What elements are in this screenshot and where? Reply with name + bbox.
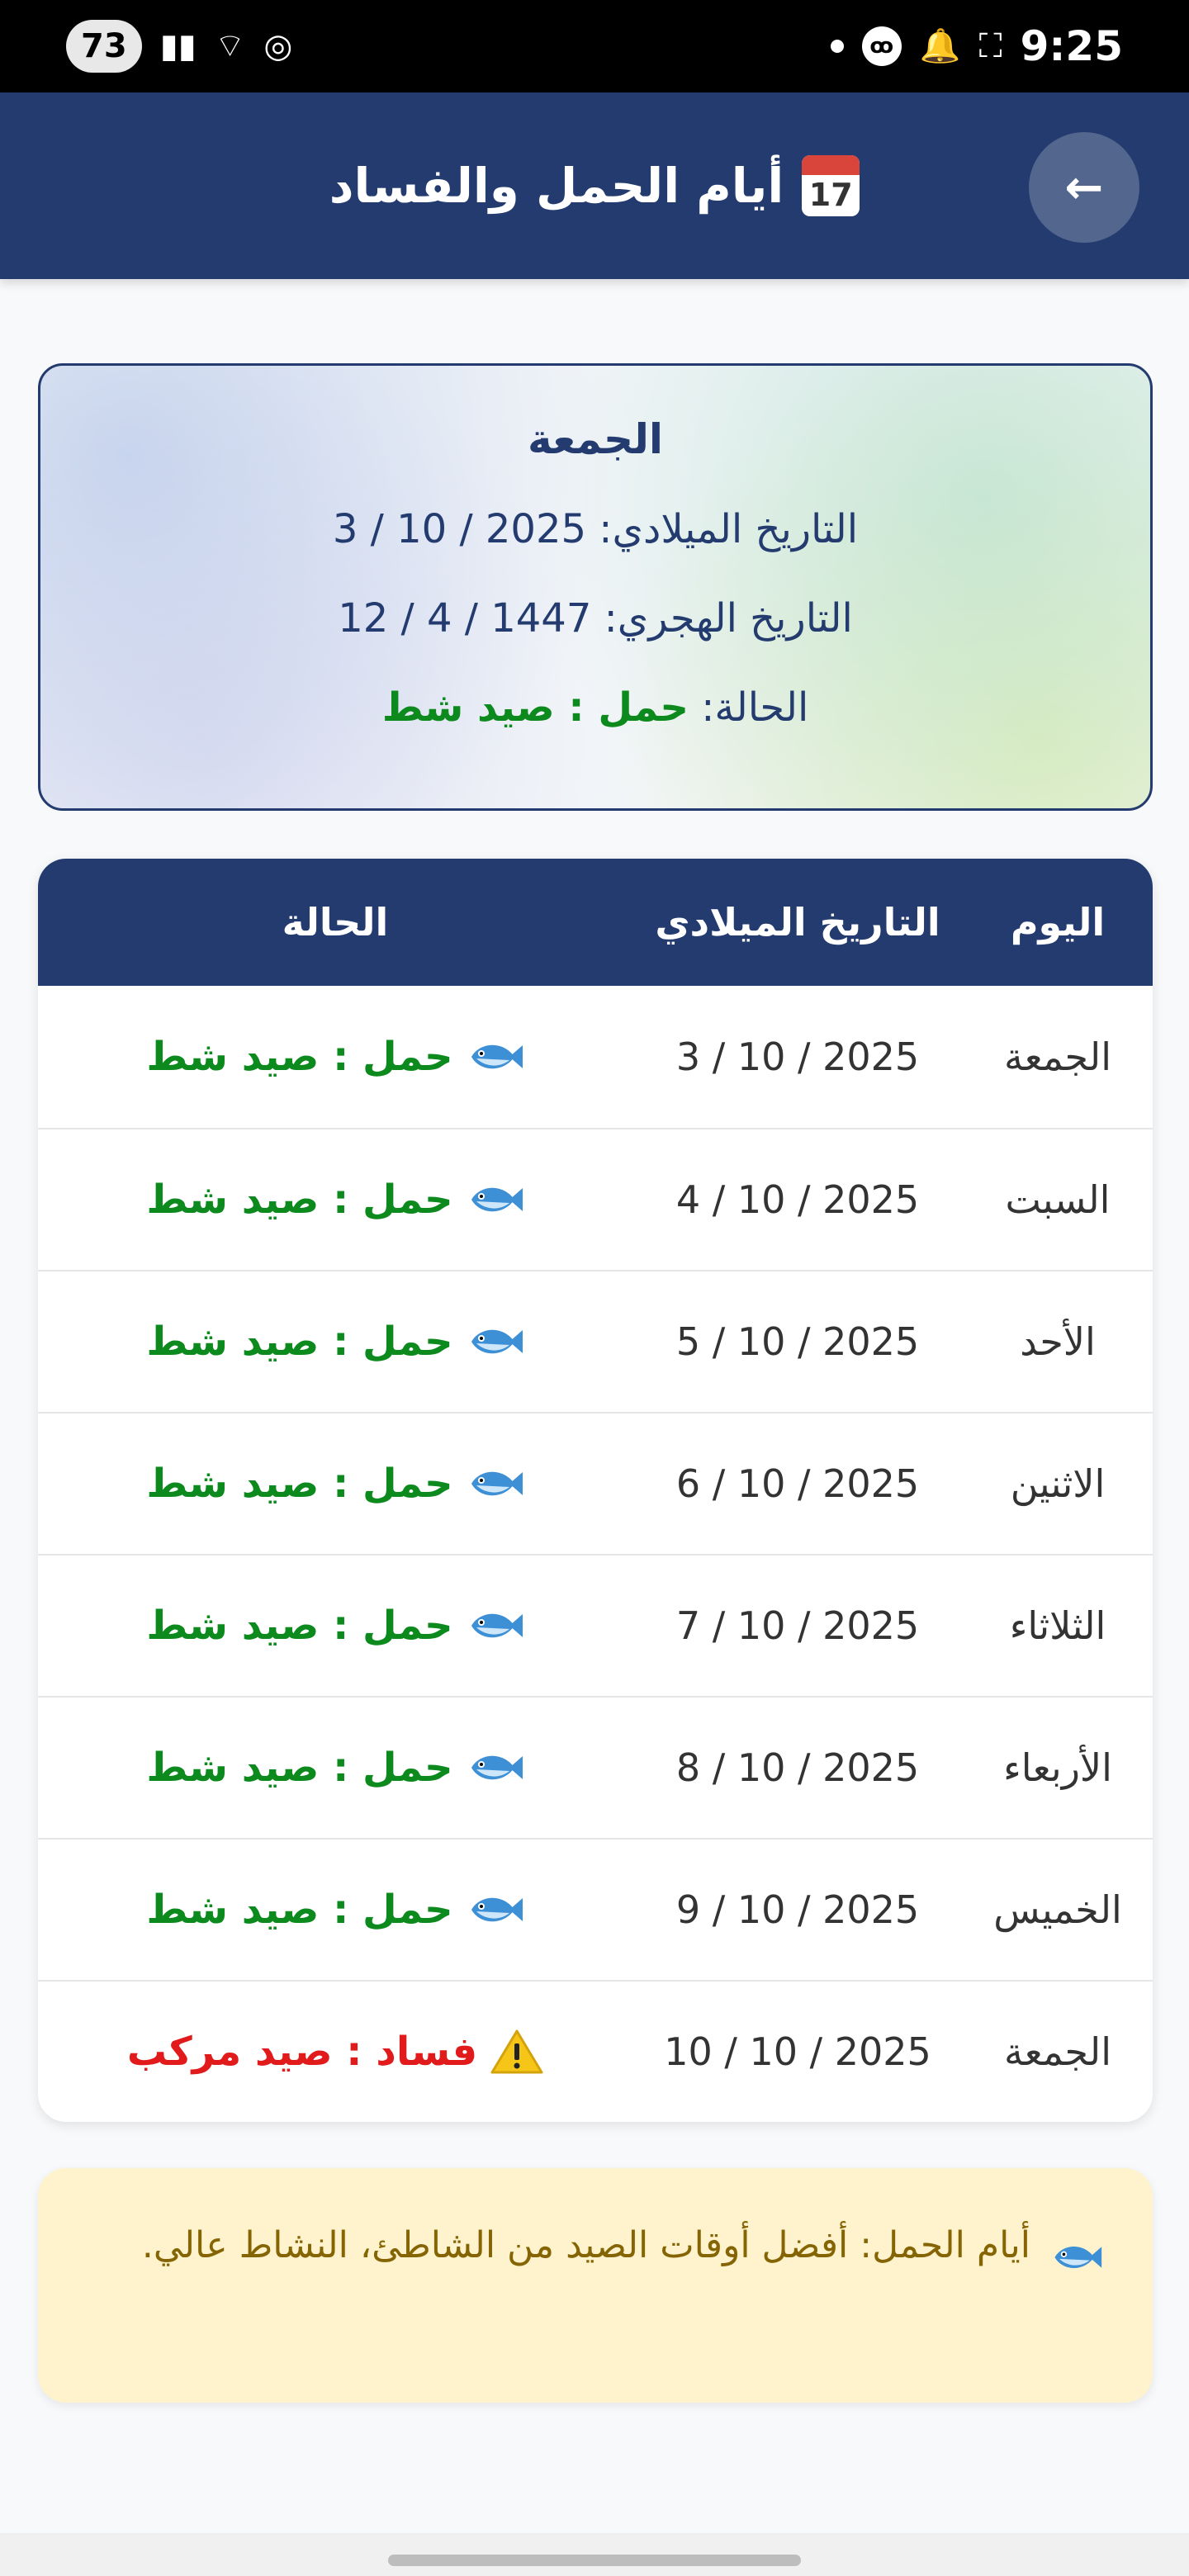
status-bar-right: ꝏ 🔔 ⛶ 9:25 <box>830 22 1123 70</box>
row-day: الأربعاء <box>1003 1745 1112 1790</box>
row-status-text: حمل : صيد شط <box>146 1034 453 1080</box>
table-row: الثلاثاء 7 / 10 / 2025 حمل : صيد شط <box>38 1554 1153 1696</box>
row-date: 10 / 10 / 2025 <box>664 2029 931 2074</box>
back-button[interactable]: ← <box>1029 132 1139 243</box>
fish-icon <box>467 1748 524 1788</box>
page-title: 17 أيام الحمل والفساد <box>0 92 1189 279</box>
today-gregorian: التاريخ الميلادي: 3 / 10 / 2025 <box>40 506 1150 552</box>
table-body: الجمعة 3 / 10 / 2025 حمل : صيد شط السبت 4 / … <box>38 986 1153 2122</box>
row-status: حمل : صيد شط <box>38 1461 632 1507</box>
row-status-text: حمل : صيد شط <box>146 1319 453 1365</box>
today-day: الجمعة <box>527 415 663 463</box>
notification-dot-icon <box>830 40 844 53</box>
table-header: اليوم التاريخ الميلادي الحالة <box>38 859 1153 986</box>
status-value: حمل : صيد شط <box>381 684 689 731</box>
row-status-text: حمل : صيد شط <box>146 1461 453 1507</box>
clock: 9:25 <box>1020 22 1123 70</box>
signal-icon: ▮▮ <box>159 27 197 65</box>
app-bar: 17 أيام الحمل والفساد ← <box>0 92 1189 279</box>
row-status: حمل : صيد شط <box>38 1603 632 1649</box>
hotspot-icon: ◎ <box>263 27 293 65</box>
table-row: الخميس 9 / 10 / 2025 حمل : صيد شط <box>38 1838 1153 1980</box>
hijri-label: التاريخ الهجري: <box>604 595 853 642</box>
row-date: 8 / 10 / 2025 <box>675 1745 920 1790</box>
fish-icon <box>467 1606 524 1646</box>
table-row: الأحد 5 / 10 / 2025 حمل : صيد شط <box>38 1270 1153 1412</box>
screenshot-icon: ⛶ <box>978 27 1002 65</box>
row-date: 5 / 10 / 2025 <box>675 1319 920 1364</box>
header-status: الحالة <box>282 900 389 945</box>
today-card: الجمعة التاريخ الميلادي: 3 / 10 / 2025 ا… <box>38 363 1153 811</box>
bell-icon: 🔔 <box>919 27 961 65</box>
row-status: حمل : صيد شط <box>38 1887 632 1933</box>
row-day: الاثنين <box>1010 1461 1106 1506</box>
row-status: حمل : صيد شط <box>38 1034 632 1080</box>
gregorian-label: التاريخ الميلادي: <box>599 506 859 552</box>
app-notification-icon: ꝏ <box>861 26 902 66</box>
info-box: أيام الحمل: أفضل أوقات الصيد من الشاطئ، … <box>38 2168 1153 2403</box>
row-status-text: حمل : صيد شط <box>146 1603 453 1649</box>
fish-icon <box>467 1464 524 1503</box>
row-status-text: فساد : صيد مركب <box>126 2029 478 2075</box>
row-day: الأحد <box>1020 1319 1096 1364</box>
warning-icon <box>490 2029 543 2075</box>
page-title-text: أيام الحمل والفساد <box>329 158 784 214</box>
row-date: 7 / 10 / 2025 <box>675 1603 920 1648</box>
row-date: 6 / 10 / 2025 <box>675 1461 920 1506</box>
table-row: السبت 4 / 10 / 2025 حمل : صيد شط <box>38 1128 1153 1270</box>
header-date: التاريخ الميلادي <box>655 900 940 945</box>
table-row: الأربعاء 8 / 10 / 2025 حمل : صيد شط <box>38 1696 1153 1838</box>
row-day: الخميس <box>993 1887 1122 1932</box>
row-status-text: حمل : صيد شط <box>146 1177 453 1223</box>
fish-icon <box>467 1037 524 1077</box>
row-status-text: حمل : صيد شط <box>146 1745 453 1791</box>
status-label: الحالة: <box>701 684 809 731</box>
table-row: الجمعة 3 / 10 / 2025 حمل : صيد شط <box>38 986 1153 1128</box>
row-status: فساد : صيد مركب <box>38 2029 632 2075</box>
status-bar: 73 ▮▮ ⌔ ◎ ꝏ 🔔 ⛶ 9:25 <box>0 0 1189 92</box>
table-row: الاثنين 6 / 10 / 2025 حمل : صيد شط <box>38 1412 1153 1554</box>
calendar-icon: 17 <box>802 155 860 216</box>
days-table: اليوم التاريخ الميلادي الحالة الجمعة 3 / … <box>38 859 1153 2122</box>
row-status: حمل : صيد شط <box>38 1177 632 1223</box>
table-row: الجمعة 10 / 10 / 2025 فساد : صيد مركب <box>38 1980 1153 2122</box>
row-status: حمل : صيد شط <box>38 1319 632 1365</box>
row-status-text: حمل : صيد شط <box>146 1887 453 1933</box>
info-text: أيام الحمل: أفضل أوقات الصيد من الشاطئ، … <box>141 2224 1030 2266</box>
fish-icon <box>467 1322 524 1361</box>
status-bar-left: 73 ▮▮ ⌔ ◎ <box>66 20 292 73</box>
row-day: السبت <box>1005 1177 1111 1222</box>
header-day: اليوم <box>1010 900 1106 945</box>
navigation-bar <box>0 2533 1189 2576</box>
back-arrow-icon: ← <box>1064 160 1104 215</box>
calendar-icon-day: 17 <box>808 177 853 213</box>
gregorian-value: 3 / 10 / 2025 <box>332 506 587 552</box>
row-status: حمل : صيد شط <box>38 1745 632 1791</box>
battery-indicator: 73 <box>66 20 142 73</box>
today-status: الحالة: حمل : صيد شط <box>40 684 1150 731</box>
row-date: 3 / 10 / 2025 <box>675 1035 920 1079</box>
fish-icon <box>467 1890 524 1930</box>
row-date: 4 / 10 / 2025 <box>675 1177 920 1222</box>
today-hijri: التاريخ الهجري: 12 / 4 / 1447 <box>40 595 1150 642</box>
home-handle[interactable] <box>388 2555 801 2566</box>
row-date: 9 / 10 / 2025 <box>675 1887 920 1932</box>
row-day: الثلاثاء <box>1009 1603 1106 1648</box>
hijri-value: 12 / 4 / 1447 <box>338 595 592 642</box>
row-day: الجمعة <box>1004 1035 1111 1079</box>
fish-icon <box>467 1180 524 1219</box>
wifi-icon: ⌔ <box>214 27 246 65</box>
row-day: الجمعة <box>1004 2029 1111 2074</box>
fish-icon <box>1050 2229 1103 2269</box>
